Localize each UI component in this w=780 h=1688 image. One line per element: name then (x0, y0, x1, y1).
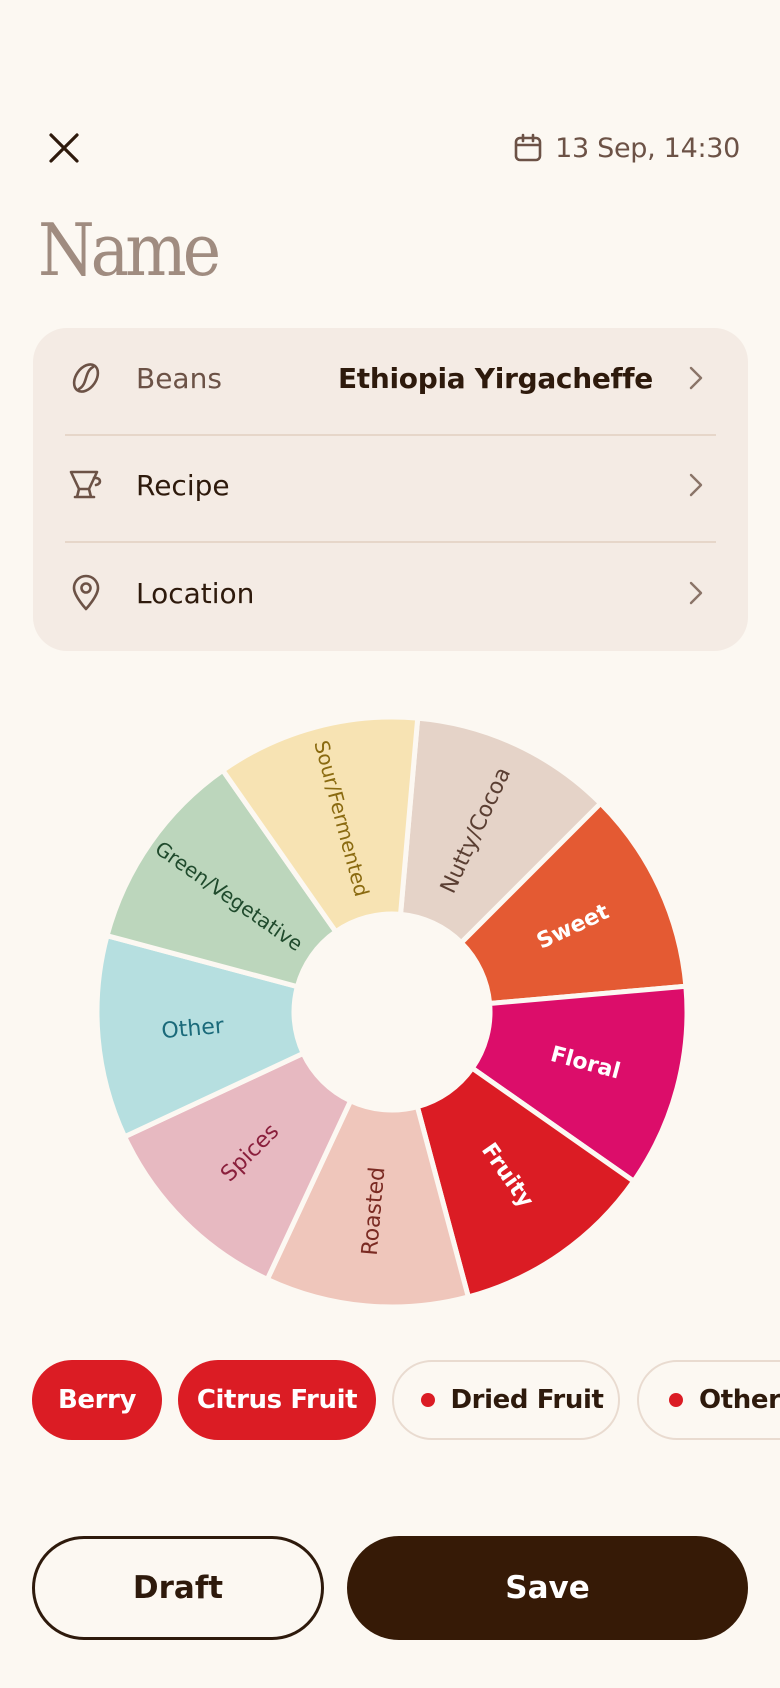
chip-other[interactable]: Other (637, 1360, 780, 1440)
draft-label: Draft (132, 1570, 224, 1606)
chip-citrus-fruit[interactable]: Citrus Fruit (178, 1360, 376, 1440)
flavor-wheel: Nutty/CocoaSweetFloralFruityRoastedSpice… (94, 714, 690, 1310)
chip-label: Other (699, 1385, 780, 1415)
save-label: Save (505, 1570, 590, 1606)
red-dot-icon (420, 1393, 435, 1407)
chip-label: Dried Fruit (450, 1385, 604, 1415)
save-button[interactable]: Save (347, 1536, 748, 1640)
flavor-chips: Berry Citrus Fruit Dried Fruit Other (0, 1358, 780, 1444)
chip-dried-fruit[interactable]: Dried Fruit (392, 1360, 620, 1440)
draft-button[interactable]: Draft (32, 1536, 324, 1640)
red-dot-icon (669, 1393, 683, 1407)
chip-berry[interactable]: Berry (32, 1360, 162, 1440)
chip-label: Berry (57, 1385, 137, 1415)
chip-label: Citrus Fruit (196, 1385, 358, 1415)
